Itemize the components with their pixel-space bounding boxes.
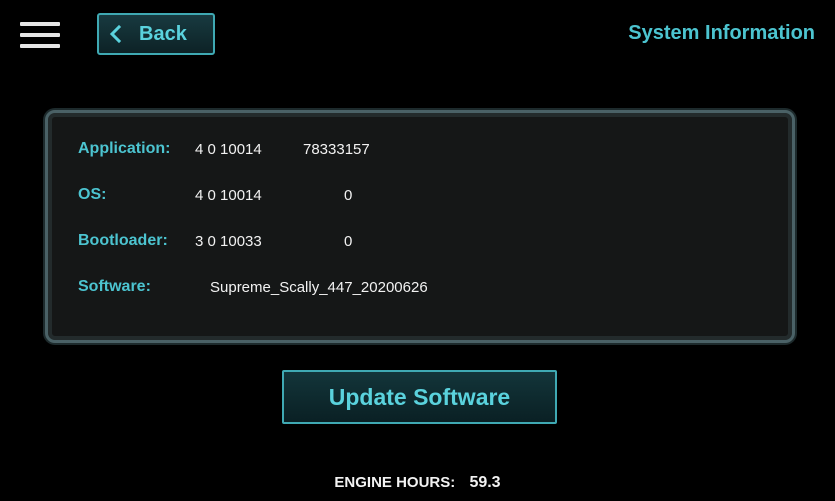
os-row: OS: 4 0 10014 0 [78, 184, 352, 206]
update-software-button[interactable]: Update Software [282, 370, 557, 424]
menu-icon-bar [20, 33, 60, 37]
menu-icon [20, 22, 60, 26]
os-build: 0 [344, 186, 353, 204]
software-value: Supreme_Scally_447_20200626 [210, 278, 428, 296]
os-version: 4 0 10014 [195, 186, 262, 204]
menu-icon-bar [20, 44, 60, 48]
application-row: Application: 4 0 10014 78333157 [78, 138, 370, 160]
back-button[interactable]: Back [97, 13, 215, 55]
system-info-panel: Application: 4 0 10014 78333157 OS: 4 0 … [45, 110, 795, 343]
application-version: 4 0 10014 [195, 140, 262, 158]
software-row: Software: Supreme_Scally_447_20200626 [78, 276, 428, 298]
bootloader-row: Bootloader: 3 0 10033 0 [78, 230, 352, 252]
menu-button[interactable] [20, 22, 60, 52]
chevron-left-icon [109, 25, 135, 43]
bootloader-label: Bootloader: [78, 232, 168, 249]
page-title: System Information [628, 22, 815, 44]
os-label: OS: [78, 186, 107, 203]
application-label: Application: [78, 140, 171, 157]
engine-hours-label: ENGINE HOURS: [334, 474, 456, 491]
application-build: 78333157 [303, 140, 370, 158]
engine-hours: ENGINE HOURS: 59.3 [0, 474, 835, 492]
bootloader-version: 3 0 10033 [195, 232, 262, 250]
software-label: Software: [78, 278, 151, 295]
engine-hours-value: 59.3 [469, 474, 501, 491]
bootloader-build: 0 [344, 232, 353, 250]
back-button-label: Back [139, 22, 187, 45]
